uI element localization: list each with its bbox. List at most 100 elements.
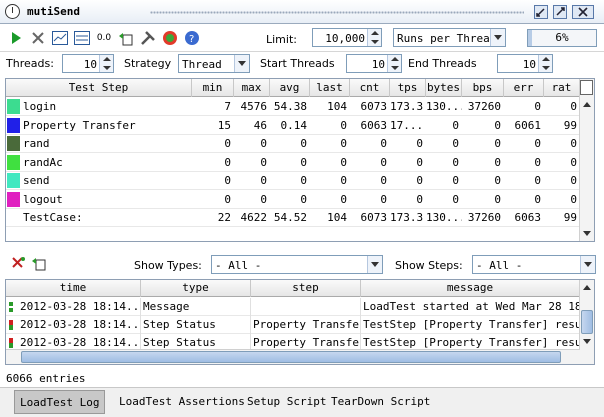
statistics-row[interactable]: login 7 4576 54.38 104 6073 173.3 130... 37260 0 0 xyxy=(6,98,580,116)
clear-log-icon[interactable] xyxy=(10,255,26,271)
log-horizontal-scrollbar[interactable] xyxy=(6,349,580,364)
stat-last: 104 xyxy=(327,100,347,113)
start-threads-spinner-arrows[interactable] xyxy=(387,55,401,72)
column-header-last[interactable]: last xyxy=(310,79,350,97)
stat-bps: 0 xyxy=(494,174,501,187)
column-header-cnt[interactable]: cnt xyxy=(350,79,390,97)
show-types-select[interactable]: - All - xyxy=(211,255,383,274)
column-header-bytes[interactable]: bytes xyxy=(426,79,462,97)
log-column-header-time[interactable]: time xyxy=(6,280,141,297)
tab-loadtest-assertions[interactable]: LoadTest Assertions xyxy=(114,390,250,414)
tab-loadtest-log[interactable]: LoadTest Log xyxy=(14,390,106,414)
reset-statistics-icon[interactable]: 0.0 xyxy=(96,30,112,46)
statistics-row[interactable]: logout 0 0 0 0 0 0 0 0 0 0 xyxy=(6,191,580,209)
maximize-icon[interactable] xyxy=(553,5,567,19)
limit-type-value: Runs per Thread xyxy=(397,32,497,45)
show-steps-select[interactable]: - All - xyxy=(472,255,596,274)
statistics-graph-icon[interactable] xyxy=(52,30,68,46)
column-header-tps[interactable]: tps xyxy=(390,79,426,97)
log-row[interactable]: 2012-03-28 18:14... Step Status Property T… xyxy=(6,316,580,334)
chevron-down-icon[interactable] xyxy=(490,29,505,46)
stat-bps: 37260 xyxy=(467,211,501,224)
stat-max: 4576 xyxy=(240,100,268,113)
column-header-rat[interactable]: rat xyxy=(544,79,580,97)
stat-max: 4622 xyxy=(240,211,268,224)
stat-min: 0 xyxy=(224,137,231,150)
stat-bytes: 0 xyxy=(452,155,459,169)
limit-spinner[interactable]: 10,000 xyxy=(312,28,382,47)
stat-cnt: 0 xyxy=(380,155,387,169)
chevron-down-icon[interactable] xyxy=(580,256,595,273)
threads-spinner[interactable]: 10 xyxy=(62,54,114,73)
column-header-min[interactable]: min xyxy=(192,79,234,97)
svg-text:?: ? xyxy=(189,34,194,45)
limit-spinner-arrows[interactable] xyxy=(367,29,381,46)
log-column-header-message[interactable]: message xyxy=(361,280,580,297)
cancel-icon[interactable] xyxy=(30,30,46,46)
column-header-err[interactable]: err xyxy=(504,79,544,97)
statistics-row[interactable]: Property Transfer 15 46 0.14 0 6063 17... 0 0 606… xyxy=(6,117,580,135)
column-header-bps[interactable]: bps xyxy=(462,79,504,97)
minimize-icon[interactable] xyxy=(534,5,548,19)
statistics-vertical-scrollbar[interactable] xyxy=(579,79,594,241)
chevron-down-icon[interactable] xyxy=(367,256,382,273)
window-title: mutiSend xyxy=(27,5,80,18)
scroll-down-icon[interactable] xyxy=(580,334,594,349)
chevron-down-icon[interactable] xyxy=(234,55,249,72)
convert-icon[interactable] xyxy=(162,30,178,46)
stat-min: 15 xyxy=(217,118,231,132)
column-header-max[interactable]: max xyxy=(234,79,270,97)
statistics-history-icon[interactable] xyxy=(74,30,90,46)
log-column-header-type[interactable]: type xyxy=(141,280,251,297)
limit-value: 10,000 xyxy=(325,32,365,45)
stat-err: 0 xyxy=(534,100,541,113)
strategy-select[interactable]: Thread xyxy=(178,54,250,73)
start-threads-spinner[interactable]: 10 xyxy=(346,54,402,73)
limit-type-select[interactable]: Runs per Thread xyxy=(393,28,506,47)
threads-spinner-arrows[interactable] xyxy=(99,55,113,72)
stat-err: 0 xyxy=(534,192,541,206)
end-threads-spinner[interactable]: 10 xyxy=(497,54,553,73)
stat-bytes: 0 xyxy=(452,174,459,187)
statistics-row[interactable]: rand 0 0 0 0 0 0 0 0 0 0 xyxy=(6,135,580,153)
tab-teardown-script[interactable]: TearDown Script xyxy=(326,390,435,414)
options-icon[interactable] xyxy=(140,30,156,46)
scroll-up-icon[interactable] xyxy=(580,280,594,295)
statistics-row[interactable]: send 0 0 0 0 0 0 0 0 0 0 xyxy=(6,172,580,190)
column-header-test-step[interactable]: Test Step xyxy=(6,79,192,97)
stat-cnt: 0 xyxy=(380,192,387,206)
step-color-swatch xyxy=(7,99,20,114)
help-icon[interactable]: ? xyxy=(184,30,200,46)
log-entry-count: 6066 entries xyxy=(6,372,86,385)
stat-err: 0 xyxy=(534,174,541,187)
end-threads-value: 10 xyxy=(522,58,536,71)
stat-max: 0 xyxy=(260,137,267,150)
column-chooser-icon[interactable] xyxy=(580,80,593,95)
statistics-row[interactable]: TestCase: 22 4622 54.52 104 6073 173.3 130... 37… xyxy=(6,209,580,227)
titlebar-grip xyxy=(150,11,524,14)
test-step-name: rand xyxy=(23,137,50,150)
statistics-table-header: Test Step min max avg last cnt tps bytes bps err r… xyxy=(6,79,580,97)
end-threads-spinner-arrows[interactable] xyxy=(538,55,552,72)
log-scroll-thumb[interactable] xyxy=(581,310,593,334)
log-hscroll-thumb[interactable] xyxy=(21,351,561,363)
stat-bps: 0 xyxy=(494,155,501,169)
export-log-icon[interactable] xyxy=(31,255,47,271)
scroll-down-icon[interactable] xyxy=(580,226,594,241)
log-column-header-step[interactable]: step xyxy=(251,280,361,297)
export-icon[interactable] xyxy=(118,30,134,46)
threads-settings-row: Threads: 10 Strategy Thread Start Thread… xyxy=(0,52,604,76)
run-icon[interactable] xyxy=(8,30,24,46)
log-vertical-scrollbar[interactable] xyxy=(579,280,594,364)
stat-cnt: 6073 xyxy=(360,100,388,113)
tab-setup-script[interactable]: Setup Script xyxy=(242,390,331,414)
close-icon[interactable] xyxy=(572,5,594,19)
statistics-row[interactable]: randAc 0 0 0 0 0 0 0 0 0 0 xyxy=(6,154,580,172)
log-row[interactable]: 2012-03-28 18:14... Message LoadTest start… xyxy=(6,298,580,316)
stat-cnt: 0 xyxy=(380,137,387,150)
scroll-up-icon[interactable] xyxy=(580,97,594,112)
stat-bytes: 0 xyxy=(452,137,459,150)
log-message: LoadTest started at Wed Mar 28 18:14: xyxy=(361,298,580,316)
column-header-avg[interactable]: avg xyxy=(270,79,310,97)
stat-rat: 0 xyxy=(570,100,577,113)
